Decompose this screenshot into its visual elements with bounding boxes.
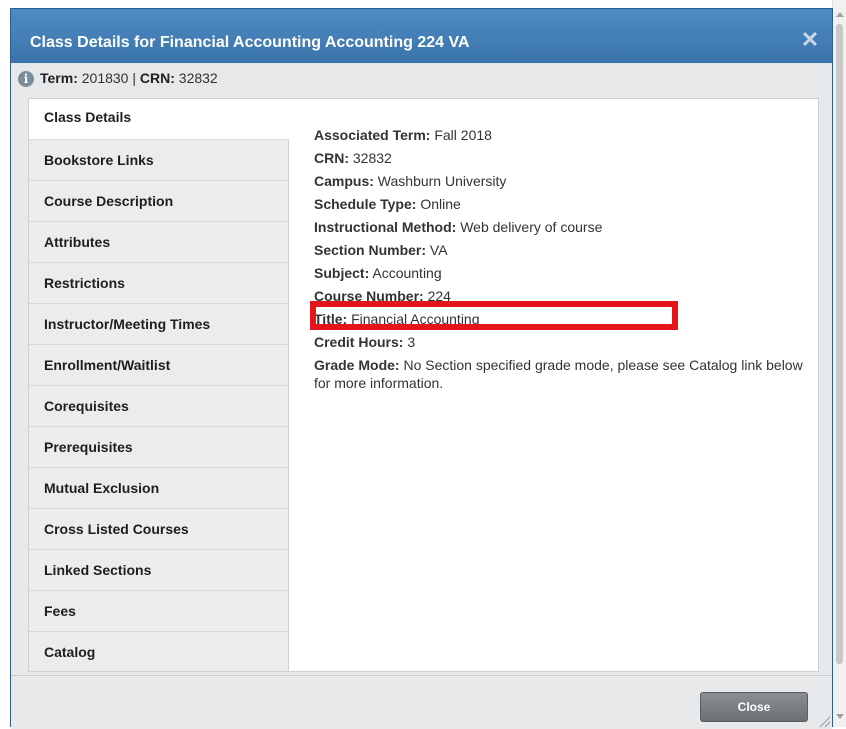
dialog-footer: Close — [11, 675, 832, 729]
detail-row-campus: Campus: Washburn University — [314, 172, 804, 195]
detail-label: CRN: — [314, 150, 349, 166]
detail-label: Credit Hours: — [314, 334, 404, 350]
detail-value: Washburn University — [377, 173, 507, 189]
detail-row-schedule-type: Schedule Type: Online — [314, 195, 804, 218]
detail-label: Instructional Method: — [314, 219, 457, 235]
scrollbar-thumb[interactable] — [836, 24, 843, 664]
tab-course-description[interactable]: Course Description — [29, 181, 289, 222]
detail-value: 3 — [407, 334, 416, 350]
details-tab-list: Class Details Bookstore Links Course Des… — [29, 99, 289, 671]
detail-label: Grade Mode: — [314, 357, 400, 373]
detail-label: Campus: — [314, 173, 374, 189]
scroll-up-arrow-icon[interactable] — [836, 12, 844, 17]
tab-attributes[interactable]: Attributes — [29, 222, 289, 263]
close-x-icon[interactable]: ✕ — [799, 29, 821, 51]
scroll-down-arrow-icon[interactable] — [836, 714, 844, 719]
detail-value: Accounting — [372, 265, 442, 281]
tab-fees[interactable]: Fees — [29, 591, 289, 632]
crn-value: 32832 — [178, 70, 218, 86]
tab-instructor-meeting-times[interactable]: Instructor/Meeting Times — [29, 304, 289, 345]
class-details-list: Associated Term: Fall 2018 CRN: 32832 Ca… — [314, 126, 804, 392]
info-icon: i — [18, 71, 34, 87]
tab-linked-sections[interactable]: Linked Sections — [29, 550, 289, 591]
detail-label: Schedule Type: — [314, 196, 417, 212]
tab-prerequisites[interactable]: Prerequisites — [29, 427, 289, 468]
detail-label: Associated Term: — [314, 127, 431, 143]
detail-row-grade-mode: Grade Mode: No Section specified grade m… — [314, 356, 804, 392]
tab-corequisites[interactable]: Corequisites — [29, 386, 289, 427]
red-highlight-box — [310, 301, 678, 330]
crn-label: CRN: — [139, 70, 175, 86]
detail-value: Fall 2018 — [434, 127, 492, 143]
tab-mutual-exclusion[interactable]: Mutual Exclusion — [29, 468, 289, 509]
detail-label: Section Number: — [314, 242, 427, 258]
term-crn-line: Term: 201830 | CRN: 32832 — [40, 70, 218, 86]
detail-row-subject: Subject: Accounting — [314, 264, 804, 287]
close-button[interactable]: Close — [700, 692, 808, 722]
detail-label: Subject: — [314, 265, 370, 281]
detail-value: Online — [420, 196, 461, 212]
detail-row-crn: CRN: 32832 — [314, 149, 804, 172]
dialog-titlebar[interactable]: Class Details for Financial Accounting A… — [11, 9, 832, 63]
detail-row-associated-term: Associated Term: Fall 2018 — [314, 126, 804, 149]
resize-grip-icon[interactable] — [818, 715, 830, 727]
class-details-dialog: Class Details for Financial Accounting A… — [10, 8, 833, 729]
tab-cross-listed-courses[interactable]: Cross Listed Courses — [29, 509, 289, 550]
term-label: Term: — [40, 70, 78, 86]
page-scrollbar[interactable] — [832, 0, 846, 727]
tab-bookstore-links[interactable]: Bookstore Links — [29, 140, 289, 181]
tab-catalog[interactable]: Catalog — [29, 632, 289, 671]
tab-enrollment-waitlist[interactable]: Enrollment/Waitlist — [29, 345, 289, 386]
detail-value: 32832 — [352, 150, 392, 166]
term-separator: | — [132, 70, 136, 86]
term-value: 201830 — [81, 70, 129, 86]
detail-row-section-number: Section Number: VA — [314, 241, 804, 264]
detail-row-credit-hours: Credit Hours: 3 — [314, 333, 804, 356]
detail-value: VA — [429, 242, 448, 258]
detail-row-instructional-method: Instructional Method: Web delivery of co… — [314, 218, 804, 241]
tab-restrictions[interactable]: Restrictions — [29, 263, 289, 304]
term-bar: i Term: 201830 | CRN: 32832 — [11, 63, 832, 93]
tab-class-details[interactable]: Class Details — [29, 99, 289, 140]
detail-value: Web delivery of course — [460, 219, 603, 235]
dialog-title: Class Details for Financial Accounting A… — [30, 34, 470, 51]
content-panel: Class Details Bookstore Links Course Des… — [28, 98, 819, 672]
